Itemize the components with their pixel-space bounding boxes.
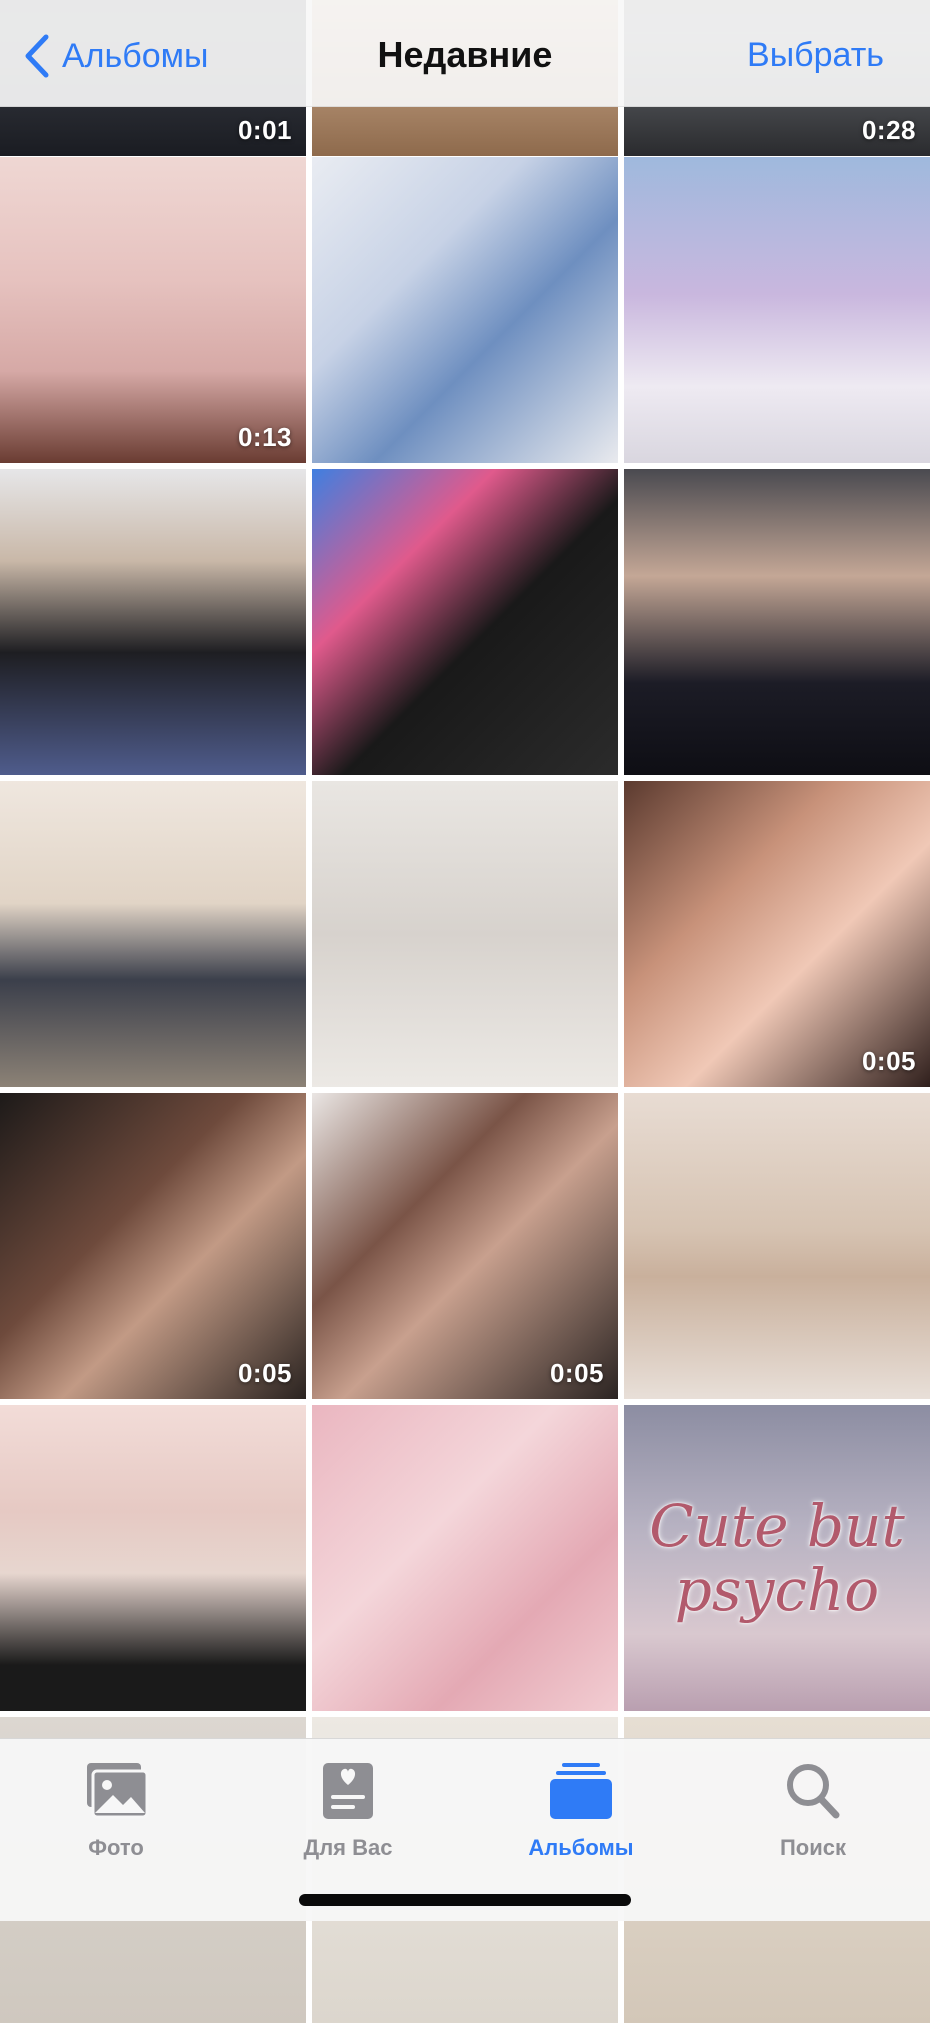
tab-photos[interactable]: Фото xyxy=(16,1749,216,1879)
video-two-girls-selfie[interactable]: 0:05 xyxy=(624,781,930,1087)
video-duration: 0:13 xyxy=(237,422,292,452)
video-girl-selfie-2[interactable]: 0:05 xyxy=(312,1093,618,1399)
tab-label: Фото xyxy=(88,1835,144,1860)
photo-pink-clouds[interactable] xyxy=(312,1405,618,1711)
photo-boy-dark-shirt[interactable] xyxy=(624,469,930,775)
photo-boy-black-sweater[interactable] xyxy=(312,469,618,775)
tab-albums[interactable]: Альбомы xyxy=(481,1749,681,1879)
photo-boy-lavender-hoodie[interactable] xyxy=(624,157,930,463)
photo-colored-portrait[interactable] xyxy=(624,1093,930,1399)
search-icon xyxy=(787,1764,840,1819)
photo-pink-hair-boy[interactable] xyxy=(0,1405,306,1711)
video-girl-selfie-1[interactable]: 0:05 xyxy=(0,1093,306,1399)
video-duration: 0:28 xyxy=(861,115,916,145)
photo-pencil-portrait[interactable] xyxy=(312,781,618,1087)
for-you-icon xyxy=(323,1763,373,1819)
home-indicator xyxy=(299,1894,631,1906)
select-button[interactable]: Выбрать xyxy=(747,36,884,75)
photos-icon xyxy=(87,1763,149,1819)
tab-search[interactable]: Поиск xyxy=(713,1749,913,1879)
image-caption-text: Cute but psycho xyxy=(649,1492,905,1624)
albums-icon xyxy=(550,1763,612,1819)
tab-for-you[interactable]: Для Вас xyxy=(248,1749,448,1879)
navigation-bar: Альбомы Недавние Выбрать xyxy=(0,0,930,107)
photo-sitting-on-chest[interactable] xyxy=(0,781,306,1087)
photo-cute-but-psycho[interactable]: Cute but psycho xyxy=(624,1405,930,1711)
photo-boy-black-hoodie[interactable] xyxy=(0,469,306,775)
photo-ten-denim[interactable] xyxy=(312,157,618,463)
video-girl-yellow-shirt[interactable]: 0:13 xyxy=(0,157,306,463)
video-duration: 0:05 xyxy=(861,1046,916,1076)
video-duration: 0:05 xyxy=(549,1358,604,1388)
tab-label: Для Вас xyxy=(303,1835,393,1860)
video-duration: 0:01 xyxy=(237,115,292,145)
video-duration: 0:05 xyxy=(237,1358,292,1388)
tab-label: Альбомы xyxy=(528,1835,634,1860)
photo-grid: 0:01 0:28 0:13 0:05 0:05 0:05 Cute but psycho xyxy=(0,0,930,2023)
tab-label: Поиск xyxy=(779,1835,847,1860)
